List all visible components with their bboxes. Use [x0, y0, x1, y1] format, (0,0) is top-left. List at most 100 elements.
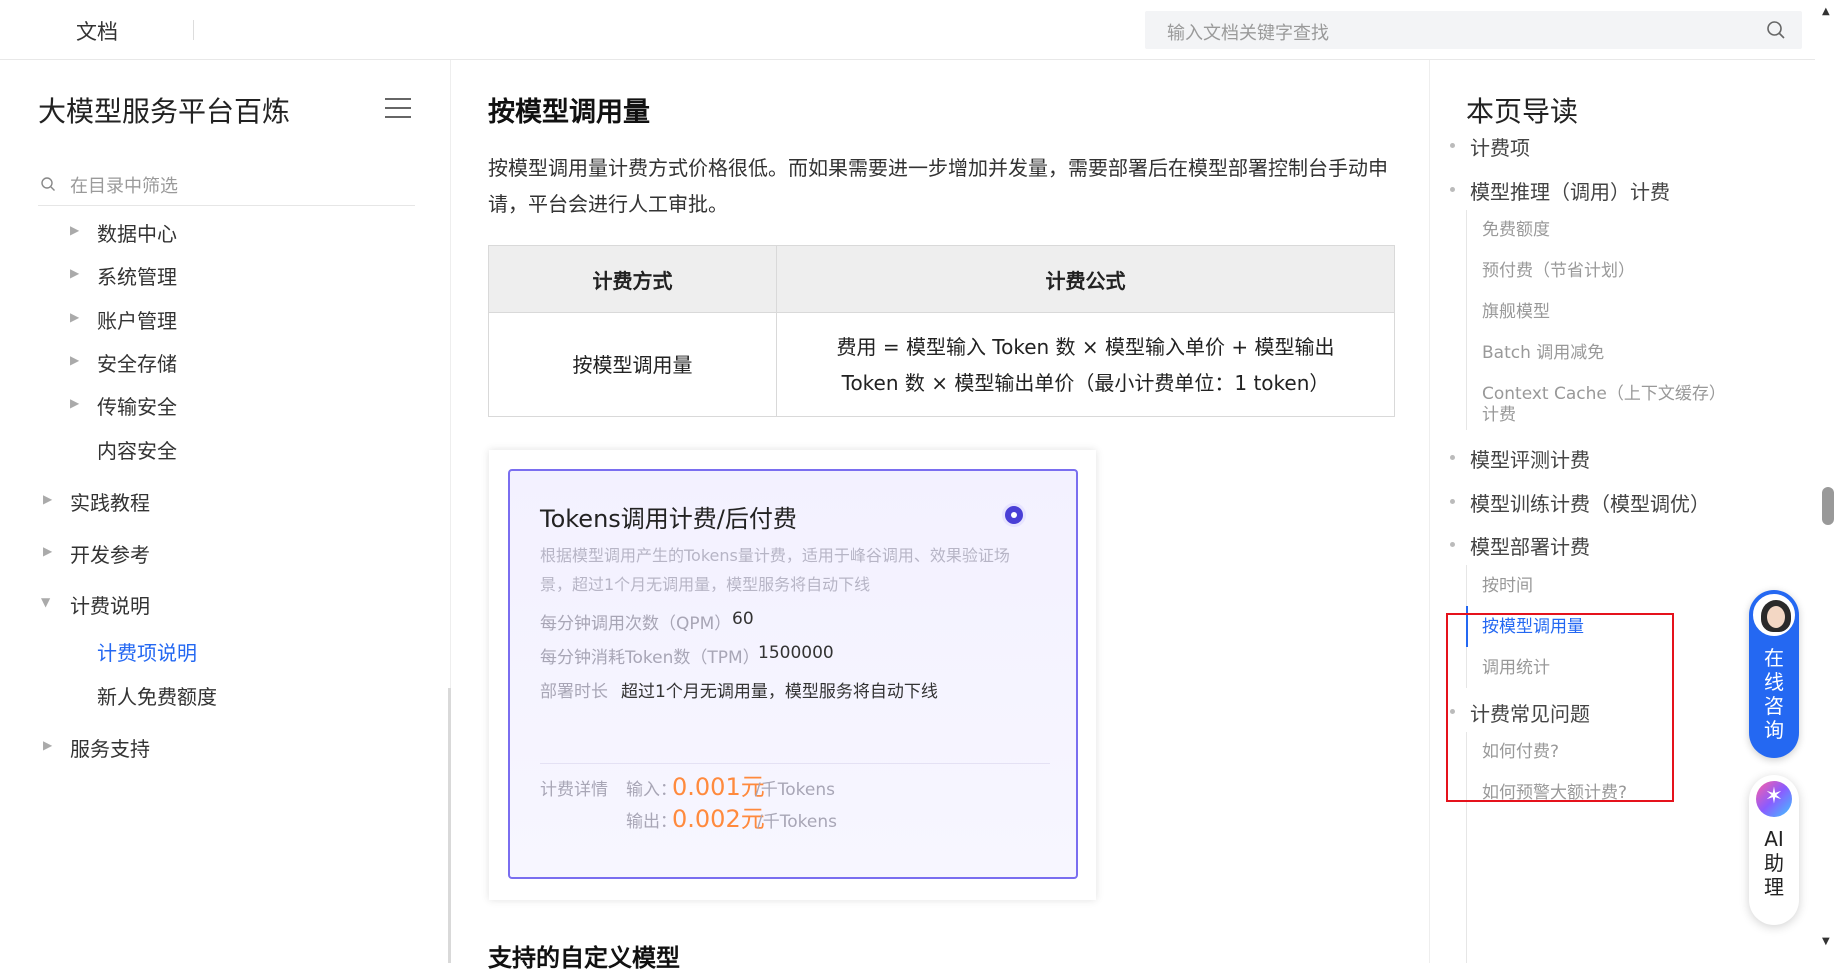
- output-label: 输出：: [626, 812, 677, 832]
- consult-label: 在线咨询: [1764, 646, 1784, 742]
- input-label: 输入：: [626, 780, 677, 800]
- sidebar-scrollbar[interactable]: [448, 688, 451, 963]
- toc-item-by-time[interactable]: 按时间: [1482, 574, 1533, 598]
- duration-label: 部署时长: [540, 682, 608, 702]
- filter-placeholder: 在目录中筛选: [70, 176, 178, 197]
- radio-selected-icon: [1002, 503, 1026, 527]
- card-description: 根据模型调用产生的Tokens量计费，适用于峰谷调用、效果验证场景，超过1个月无…: [540, 546, 1010, 594]
- sidebar-item-label: 计费项说明: [97, 641, 197, 665]
- table-cell: 费用 = 模型输入 Token 数 × 模型输入单价 + 模型输出 Token …: [776, 312, 1395, 417]
- search-placeholder: 输入文档关键字查找: [1167, 23, 1329, 44]
- output-unit: /千Tokens: [757, 812, 837, 832]
- billing-table: 计费方式 计费公式 按模型调用量 费用 = 模型输入 Token 数 × 模型输…: [488, 245, 1395, 417]
- toc-item-free-quota[interactable]: 免费额度: [1482, 218, 1550, 242]
- toc-label: 模型评测计费: [1470, 448, 1590, 472]
- section-paragraph: 按模型调用量计费方式价格很低。而如果需要进一步增加并发量，需要部署后在模型部署控…: [488, 156, 1388, 216]
- sidebar-item-system-management[interactable]: ▶ 系统管理: [70, 261, 177, 290]
- table-row: 按模型调用量 费用 = 模型输入 Token 数 × 模型输入单价 + 模型输出…: [488, 312, 1395, 417]
- scrollbar-thumb[interactable]: [1822, 487, 1834, 525]
- sidebar-item-transport-security[interactable]: ▶ 传输安全: [70, 391, 177, 420]
- toc-item-context-cache-cont[interactable]: 计费: [1482, 403, 1516, 427]
- sidebar-title: 大模型服务平台百炼: [38, 95, 291, 128]
- toc-title: 本页导读: [1466, 95, 1579, 128]
- input-unit: /千Tokens: [755, 780, 835, 800]
- chevron-right-icon: ▶: [70, 396, 80, 410]
- divider: [540, 763, 1050, 764]
- toc-item-batch[interactable]: Batch 调用减免: [1482, 341, 1604, 365]
- toc-label: 模型训练计费（模型调优）: [1470, 492, 1710, 516]
- sidebar-item-label: 服务支持: [70, 737, 150, 761]
- sidebar-item-label: 实践教程: [70, 491, 150, 515]
- chevron-right-icon: ▶: [70, 266, 80, 280]
- highlight-box: [1446, 613, 1674, 802]
- chevron-down-icon: ▼: [41, 595, 51, 609]
- ai-assistant-button[interactable]: ✶ AI 助理: [1749, 775, 1799, 925]
- card-title: Tokens调用计费/后付费: [540, 505, 797, 533]
- toc-line: [1466, 210, 1467, 430]
- toc-item-eval-billing[interactable]: 模型评测计费: [1450, 444, 1590, 473]
- main-content: 按模型调用量 按模型调用量计费方式价格很低。而如果需要进一步增加并发量，需要部署…: [452, 60, 1430, 972]
- toc-item-deploy-billing[interactable]: 模型部署计费: [1450, 531, 1590, 560]
- sidebar-item-label: 计费说明: [70, 594, 150, 618]
- chevron-right-icon: ▶: [43, 544, 53, 558]
- next-section-heading: 支持的自定义模型: [488, 944, 680, 972]
- toc-item-flagship[interactable]: 旗舰模型: [1482, 300, 1550, 324]
- sidebar-item-billing-items[interactable]: 计费项说明: [97, 637, 197, 666]
- catalog-filter-input[interactable]: 在目录中筛选: [38, 164, 415, 206]
- tpm-label: 每分钟消耗Token数（TPM）: [540, 648, 760, 668]
- pricing-card-image: Tokens调用计费/后付费 根据模型调用产生的Tokens量计费，适用于峰谷调…: [489, 450, 1096, 900]
- chevron-right-icon: ▶: [70, 310, 80, 324]
- sidebar-item-label: 内容安全: [97, 439, 177, 463]
- sidebar-item-label: 账户管理: [97, 309, 177, 333]
- toc-label: 计费项: [1470, 136, 1530, 160]
- sidebar-item-account-management[interactable]: ▶ 账户管理: [70, 305, 177, 334]
- output-price: 0.002元: [672, 805, 765, 833]
- chevron-right-icon: ▶: [70, 223, 80, 237]
- sidebar-item-tutorials[interactable]: ▶ 实践教程: [43, 487, 150, 516]
- sidebar-item-support[interactable]: ▶ 服务支持: [43, 733, 150, 762]
- search-icon[interactable]: [1766, 20, 1786, 40]
- pricing-card: Tokens调用计费/后付费 根据模型调用产生的Tokens量计费，适用于峰谷调…: [508, 469, 1078, 879]
- divider: [193, 20, 194, 40]
- chevron-right-icon: ▶: [43, 738, 53, 752]
- sidebar-item-free-quota[interactable]: 新人免费额度: [97, 681, 217, 710]
- duration-value: 超过1个月无调用量，模型服务将自动下线: [621, 682, 938, 702]
- sidebar-item-secure-storage[interactable]: ▶ 安全存储: [70, 348, 177, 377]
- menu-icon[interactable]: [385, 98, 411, 120]
- sidebar-item-data-center[interactable]: ▶ 数据中心: [70, 218, 177, 247]
- scroll-down-icon[interactable]: ▼: [1822, 936, 1830, 947]
- docs-label[interactable]: 文档: [76, 16, 118, 46]
- toc-item-context-cache[interactable]: Context Cache（上下文缓存）: [1482, 382, 1726, 406]
- tpm-row: 每分钟消耗Token数（TPM） 1500000: [540, 643, 834, 668]
- scroll-up-icon[interactable]: ▲: [1822, 6, 1830, 17]
- table-header: 计费方式: [488, 245, 777, 313]
- chevron-right-icon: ▶: [70, 353, 80, 367]
- table-header: 计费公式: [776, 245, 1395, 313]
- sidebar-item-label: 安全存储: [97, 352, 177, 376]
- toc-item-training-billing[interactable]: 模型训练计费（模型调优）: [1450, 488, 1710, 517]
- toc-item-billing-items[interactable]: 计费项: [1450, 132, 1530, 161]
- sidebar-item-label: 新人免费额度: [97, 685, 217, 709]
- fee-label: 计费详情: [540, 780, 608, 800]
- page-scrollbar[interactable]: ▲ ▼: [1815, 0, 1839, 963]
- doc-search-input[interactable]: 输入文档关键字查找: [1145, 11, 1802, 49]
- sparkle-icon: ✶: [1756, 781, 1792, 817]
- toc-item-inference-billing[interactable]: 模型推理（调用）计费: [1450, 176, 1670, 205]
- sidebar-item-content-security[interactable]: 内容安全: [97, 435, 177, 464]
- avatar: [1753, 594, 1795, 636]
- online-consult-button[interactable]: 在线咨询: [1749, 590, 1799, 758]
- sidebar-item-label: 数据中心: [97, 222, 177, 246]
- toc-label: 模型推理（调用）计费: [1470, 180, 1670, 204]
- section-heading: 按模型调用量: [488, 97, 650, 128]
- top-bar: 文档 输入文档关键字查找: [0, 0, 1839, 60]
- toc-item-prepaid[interactable]: 预付费（节省计划）: [1482, 259, 1635, 283]
- sidebar-item-dev-reference[interactable]: ▶ 开发参考: [43, 539, 150, 568]
- sidebar: 大模型服务平台百炼 在目录中筛选 ▶ 数据中心 ▶ 系统管理 ▶ 账户管理 ▶ …: [0, 60, 451, 963]
- tpm-value: 1500000: [758, 643, 834, 663]
- toc-label: 模型部署计费: [1470, 535, 1590, 559]
- sidebar-item-billing[interactable]: ▼ 计费说明: [41, 590, 150, 619]
- sidebar-item-label: 系统管理: [97, 265, 177, 289]
- input-price: 0.001元: [672, 773, 765, 801]
- qpm-label: 每分钟调用次数（QPM）: [540, 614, 732, 634]
- ai-label: AI 助理: [1764, 827, 1784, 899]
